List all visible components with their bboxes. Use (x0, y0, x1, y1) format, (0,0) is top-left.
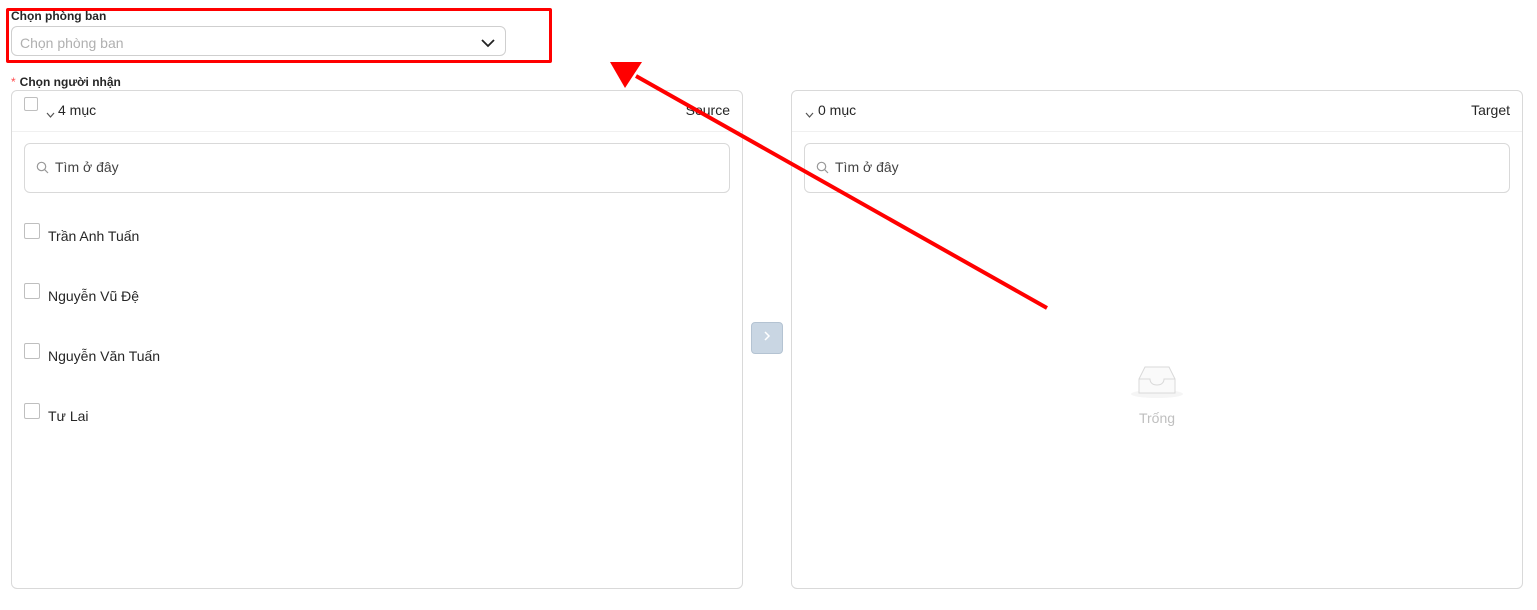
target-search-box[interactable] (804, 143, 1510, 193)
recipients-label-text: Chọn người nhận (19, 75, 121, 89)
target-title: Target (1471, 102, 1510, 118)
target-count: 0 mục (818, 102, 857, 118)
chevron-down-icon[interactable] (46, 105, 55, 123)
empty-text: Trống (1138, 410, 1176, 426)
item-name: Tư Lai (48, 408, 89, 424)
source-search-input[interactable] (53, 158, 657, 176)
source-select-all-checkbox[interactable] (24, 97, 38, 111)
source-count: 4 mục (58, 102, 97, 118)
search-icon (816, 161, 829, 179)
target-panel: 0 mục Target Trống (791, 90, 1523, 589)
item-name: Nguyễn Vũ Đệ (48, 288, 140, 304)
source-search-box[interactable] (24, 143, 730, 193)
item-name: Nguyễn Văn Tuấn (48, 348, 161, 364)
item-name: Trần Anh Tuấn (48, 228, 140, 244)
item-checkbox[interactable] (24, 223, 40, 239)
transfer-to-target-button[interactable] (751, 322, 783, 354)
source-panel-header: 4 mục Source (12, 91, 742, 132)
annotation-highlight-box (6, 8, 552, 63)
item-checkbox[interactable] (24, 403, 40, 419)
chevron-right-icon (763, 329, 771, 347)
search-icon (36, 161, 49, 179)
empty-state: Trống (1127, 363, 1187, 426)
item-checkbox[interactable] (24, 343, 40, 359)
source-title: Source (685, 102, 730, 118)
source-panel: 4 mục Source Trần Anh Tuấn Nguyễn Vũ Đệ … (11, 90, 743, 589)
target-panel-header: 0 mục Target (792, 91, 1522, 132)
item-checkbox[interactable] (24, 283, 40, 299)
required-mark: * (11, 75, 16, 89)
recipients-label: * Chọn người nhận (11, 75, 121, 89)
target-search-input[interactable] (833, 158, 1437, 176)
chevron-down-icon[interactable] (805, 105, 814, 123)
inbox-icon (1129, 366, 1185, 403)
